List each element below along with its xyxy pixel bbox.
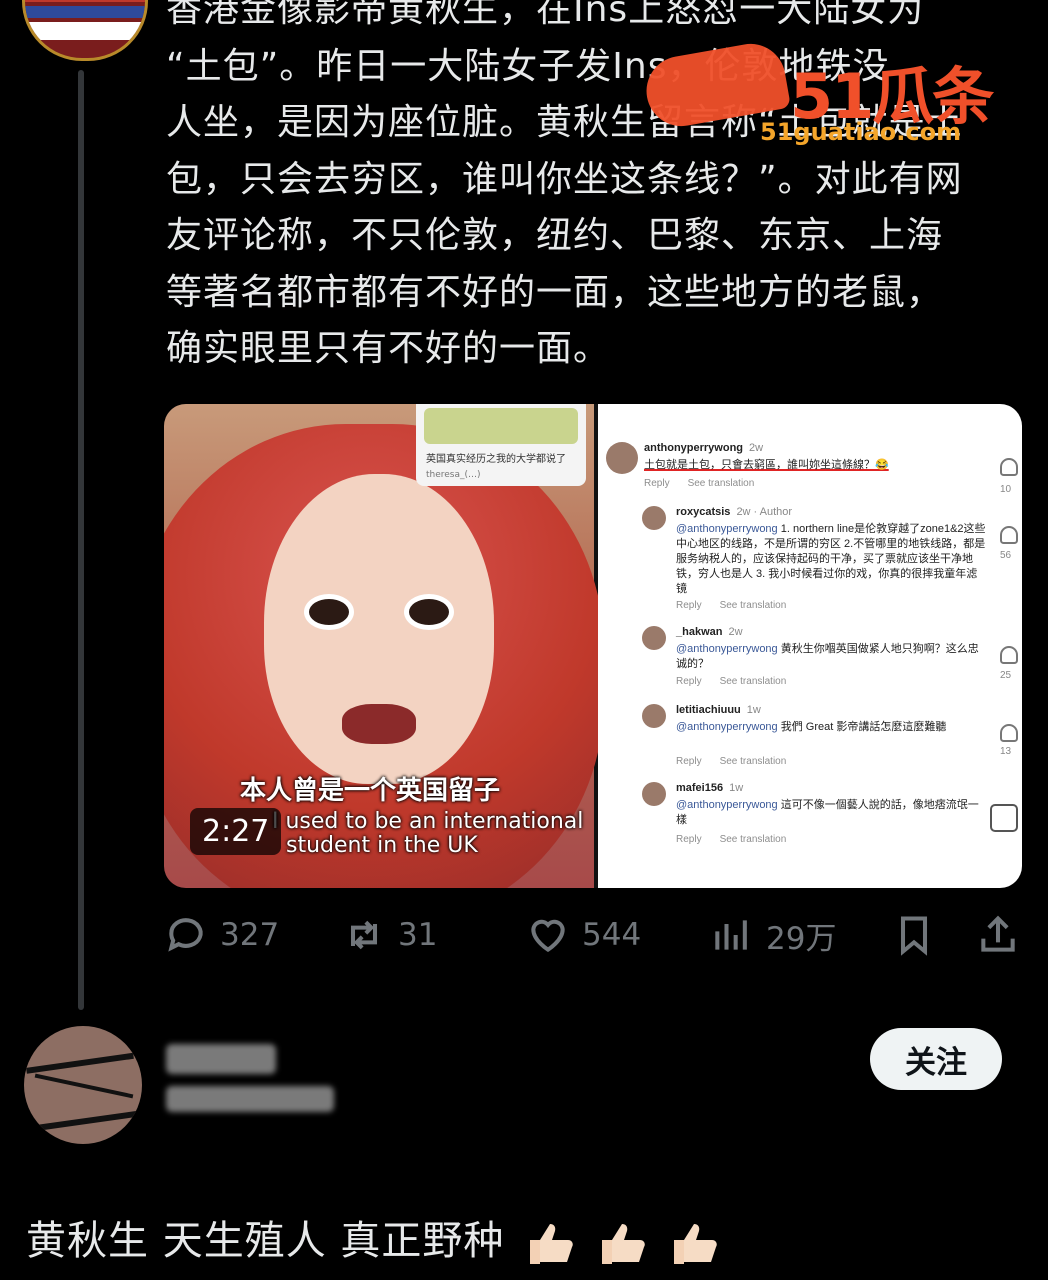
like-count: 544: [582, 917, 642, 953]
comment-text: @anthonyperrywong 1. northern line是伦敦穿越了…: [676, 523, 986, 595]
reply-link[interactable]: Reply: [676, 600, 702, 611]
repost-count: 31: [398, 917, 438, 953]
video-thumbnail[interactable]: 英国真实经历之我的大学都说了 theresa_(…) 本人曾是一个英国留子 I …: [164, 404, 604, 888]
video-duration-badge: 2:27: [190, 808, 282, 855]
heart-icon[interactable]: [1000, 526, 1018, 544]
commenter-avatar: [606, 442, 638, 474]
analytics-icon: [715, 920, 747, 950]
face-image: [264, 474, 494, 784]
comment-text: @anthonyperrywong 這可不像一個藝人說的話，像地痞流氓一樣: [676, 799, 979, 826]
author-avatar[interactable]: [22, 0, 148, 61]
comment-like-count: 25: [1000, 670, 1012, 681]
post-text-line: 友评论称，不只伦敦，纽约、巴黎、东京、上海: [166, 215, 944, 256]
commenter-name: mafei156 1w: [676, 782, 744, 794]
comment-text: @anthonyperrywong 我們 Great 影帝講話怎麼這麼難聽: [676, 721, 947, 733]
reply-link[interactable]: Reply: [676, 834, 702, 845]
thread-connector-line: [78, 70, 84, 1010]
comment-like-count: 10: [1000, 484, 1012, 495]
comment-actions: Reply See translation: [676, 756, 804, 767]
like-button[interactable]: 544: [526, 910, 641, 960]
see-translation-link[interactable]: See translation: [720, 676, 787, 687]
post-media[interactable]: 英国真实经历之我的大学都说了 theresa_(…) 本人曾是一个英国留子 I …: [164, 404, 1022, 888]
post-text-line: 包，只会去穷区，谁叫你坐这条线？”。对此有网: [166, 158, 963, 200]
commenter-avatar: [642, 626, 666, 650]
commenter-name: letitiachiuuu 1w: [676, 704, 761, 716]
repost-icon: [350, 920, 378, 950]
thumbs-up-icon: [601, 1224, 645, 1264]
see-translation-link[interactable]: See translation: [720, 834, 787, 845]
heart-icon[interactable]: [1000, 458, 1018, 476]
commenter-name: _hakwan 2w: [676, 626, 743, 638]
post-action-bar: 327 31 544 29万: [164, 910, 1034, 960]
commenter-avatar: [642, 782, 666, 806]
comment-like-count: 13: [1000, 746, 1012, 757]
subtitle-en-line: student in the UK: [286, 833, 478, 858]
embedded-post-meta: theresa_(…): [426, 470, 481, 480]
embedded-post-text: 英国真实经历之我的大学都说了: [426, 454, 566, 465]
comments-screenshot[interactable]: anthonyperrywong 2w 土包就是土包，只會去窮區，誰叫妳坐這條線？…: [598, 404, 1022, 888]
thumbs-up-icon: [673, 1224, 717, 1264]
commenter-name: roxycatsis 2w · Author: [676, 506, 793, 518]
comment-like-count: 56: [1000, 550, 1012, 561]
reply-count: 327: [220, 917, 280, 953]
commenter-name: anthonyperrywong 2w: [644, 442, 764, 454]
repost-button[interactable]: 31: [342, 910, 437, 960]
post-text-line: 确实眼里只有不好的一面。: [166, 328, 611, 369]
reply-button[interactable]: 327: [164, 910, 279, 960]
share-button[interactable]: [976, 910, 1020, 960]
bookmark-icon: [900, 916, 928, 956]
reply-text-content: 黄秋生 天生殖人 真正野种: [26, 1218, 505, 1264]
bookmark-button[interactable]: [892, 910, 936, 960]
thumbs-up-icon: [530, 1224, 573, 1264]
heart-icon[interactable]: [1000, 724, 1018, 742]
subtitle-en-line: I used to be an international: [272, 809, 584, 834]
watermark-url: 51guatiao.com: [760, 118, 962, 146]
comment-actions: Reply See translation: [676, 834, 804, 845]
heart-icon: [531, 919, 565, 953]
post-text-line: 香港金像影帝黄秋生，在Ins上怒怼一大陆女为: [166, 0, 925, 30]
commenter-avatar: [642, 704, 666, 728]
scan-text-icon[interactable]: [990, 804, 1018, 832]
comment-actions: Reply See translation: [676, 600, 804, 611]
commenter-avatar: [642, 506, 666, 530]
reply-link[interactable]: Reply: [676, 676, 702, 687]
reply-text: 黄秋生 天生殖人 真正野种: [26, 1208, 720, 1268]
reply-link[interactable]: Reply: [676, 756, 702, 767]
share-icon: [981, 915, 1015, 952]
watermark-logo: 51瓜条 51guatiao.com: [640, 38, 1020, 150]
comment-actions: Reply See translation: [676, 676, 804, 687]
view-count: 29万: [766, 920, 837, 957]
see-translation-link[interactable]: See translation: [720, 600, 787, 611]
reply-author-avatar[interactable]: [24, 1026, 142, 1144]
redacted-username: [166, 1042, 336, 1116]
comment-text: @anthonyperrywong 黄秋生你嗰英国做紧人地只狗啊？这么忠诚的？: [676, 643, 979, 670]
follow-button[interactable]: 关注: [870, 1028, 1002, 1090]
heart-icon[interactable]: [1000, 646, 1018, 664]
see-translation-link[interactable]: See translation: [688, 478, 755, 489]
reply-icon: [168, 918, 203, 952]
comment-text: 土包就是土包，只會去窮區，誰叫妳坐這條線？😂: [644, 459, 889, 471]
see-translation-link[interactable]: See translation: [720, 756, 787, 767]
embedded-post-card: 英国真实经历之我的大学都说了 theresa_(…): [416, 404, 586, 486]
post-text-line: 等著名都市都有不好的一面，这些地方的老鼠，: [166, 271, 944, 313]
subtitle-en: I used to be an international student in…: [272, 810, 583, 858]
comment-actions: Reply See translation: [644, 478, 772, 489]
reply-link[interactable]: Reply: [644, 478, 670, 489]
subtitle-cn: 本人曾是一个英国留子: [240, 776, 501, 806]
views-button[interactable]: 29万: [710, 910, 836, 960]
